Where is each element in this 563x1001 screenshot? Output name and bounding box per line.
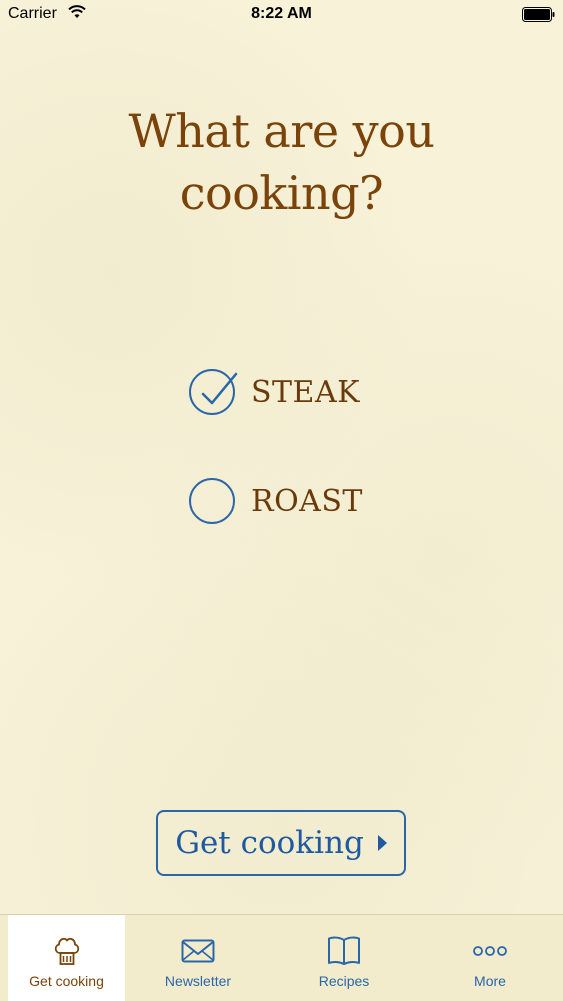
chef-hat-icon (53, 935, 81, 967)
tab-label-get-cooking: Get cooking (29, 973, 104, 989)
radio-steak[interactable] (189, 369, 238, 415)
option-label-roast: ROAST (251, 483, 363, 519)
tab-bar: Get cooking Newsletter Recipes More (0, 914, 563, 1001)
option-label-steak: STEAK (251, 374, 361, 410)
caret-right-icon (377, 835, 387, 851)
status-time: 8:22 AM (251, 5, 312, 22)
get-cooking-button-label: Get cooking (175, 825, 364, 861)
option-roast[interactable]: ROAST (189, 475, 363, 527)
tab-newsletter[interactable]: Newsletter (125, 915, 271, 1001)
more-dots-icon (473, 935, 507, 967)
page-title-line-1: What are you (128, 104, 435, 158)
tab-recipes[interactable]: Recipes (271, 915, 417, 1001)
checkmark-icon (201, 372, 238, 405)
tab-label-recipes: Recipes (318, 973, 370, 989)
page-title-line-2: cooking? (179, 166, 384, 220)
battery-icon (522, 7, 555, 22)
tab-get-cooking[interactable]: Get cooking (8, 915, 125, 1001)
page-title: What are you cooking? (0, 100, 563, 224)
tab-label-newsletter: Newsletter (164, 973, 232, 989)
get-cooking-button[interactable]: Get cooking (156, 810, 406, 876)
option-steak[interactable]: STEAK (189, 366, 360, 418)
tab-label-more: More (474, 973, 506, 989)
book-icon (327, 935, 361, 967)
radio-roast[interactable] (189, 478, 235, 524)
tab-more[interactable]: More (417, 915, 563, 1001)
envelope-icon (181, 935, 215, 967)
status-bar: Carrier 8:22 AM (0, 0, 563, 30)
